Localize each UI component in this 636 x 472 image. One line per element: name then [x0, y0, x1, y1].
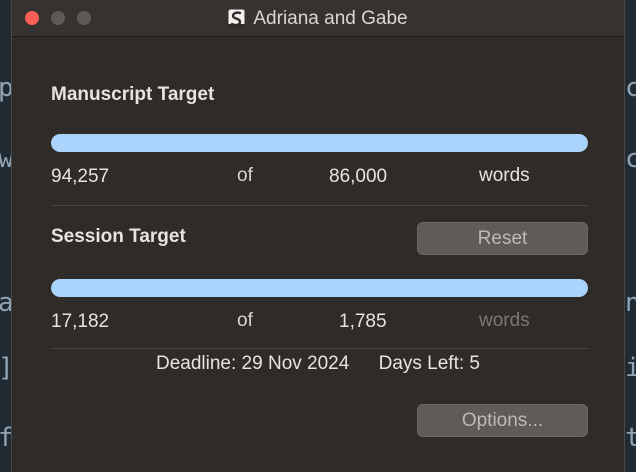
section-divider-2 — [51, 348, 588, 349]
session-of-label: of — [237, 310, 253, 331]
background-char-10: t — [625, 423, 636, 453]
window-title-group: Adriana and Gabe — [12, 0, 624, 37]
options-button[interactable]: Options... — [417, 404, 588, 437]
deadline-row: Deadline: 29 Nov 2024 Days Left: 5 — [12, 353, 624, 375]
title-bar[interactable]: Adriana and Gabe — [12, 0, 624, 37]
session-target-heading: Session Target — [51, 226, 186, 247]
background-char-8: n — [625, 288, 636, 318]
session-unit-label[interactable]: words — [479, 310, 530, 332]
manuscript-progress-fill — [51, 134, 588, 152]
background-char-7: c — [625, 144, 636, 174]
days-left-label: Days Left: 5 — [378, 353, 480, 374]
manuscript-target-heading: Manuscript Target — [51, 84, 215, 105]
manuscript-target-count[interactable]: 86,000 — [329, 166, 387, 188]
section-divider — [51, 205, 588, 206]
window-title: Adriana and Gabe — [253, 7, 408, 29]
session-target-count[interactable]: 1,785 — [339, 311, 387, 333]
session-progress-fill — [51, 279, 588, 297]
scrivener-document-icon — [228, 9, 245, 29]
project-targets-window: Adriana and Gabe Manuscript Target 94,25… — [11, 0, 625, 472]
session-progress-bar — [51, 279, 588, 297]
session-current-count: 17,182 — [51, 311, 110, 332]
reset-button[interactable]: Reset — [417, 222, 588, 255]
deadline-label: Deadline: 29 Nov 2024 — [156, 353, 350, 374]
manuscript-progress-bar — [51, 134, 588, 152]
background-char-9: i — [625, 353, 636, 383]
manuscript-unit-label[interactable]: words — [479, 165, 530, 187]
manuscript-current-count: 94,257 — [51, 166, 110, 187]
manuscript-of-label: of — [237, 165, 253, 186]
background-char-6: c — [625, 73, 636, 103]
